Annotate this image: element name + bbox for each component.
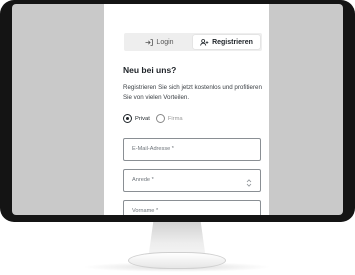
- tab-login[interactable]: Login: [126, 35, 193, 49]
- customer-type-radio-group: Privat Firma: [123, 114, 186, 123]
- registration-page: Login Registrieren Neu bei uns? Registri…: [104, 4, 269, 215]
- radio-firma-label: Firma: [167, 115, 183, 122]
- salutation-placeholder: Anrede *: [132, 177, 154, 183]
- radio-privat[interactable]: [123, 114, 132, 123]
- select-arrows-icon: [246, 175, 252, 193]
- monitor-stand-base: [128, 252, 226, 269]
- firstname-field[interactable]: Vorname *: [123, 200, 261, 215]
- tab-login-label: Login: [156, 38, 174, 46]
- login-icon: [145, 38, 154, 46]
- auth-tabs: Login Registrieren: [124, 33, 262, 51]
- tab-register[interactable]: Registrieren: [193, 35, 260, 49]
- salutation-select[interactable]: Anrede *: [123, 169, 261, 192]
- monitor-screen: Login Registrieren Neu bei uns? Registri…: [12, 4, 343, 215]
- tab-register-label: Registrieren: [212, 38, 253, 46]
- radio-privat-label: Privat: [135, 115, 150, 122]
- email-field[interactable]: E-Mail-Adresse *: [123, 138, 261, 161]
- intro-text: Registrieren Sie sich jetzt kostenlos un…: [123, 84, 262, 101]
- radio-firma[interactable]: [155, 114, 165, 123]
- add-user-icon: [200, 38, 209, 46]
- monitor-mockup: Login Registrieren Neu bei uns? Registri…: [0, 0, 355, 275]
- page-title: Neu bei uns?: [123, 65, 177, 75]
- email-placeholder: E-Mail-Adresse *: [132, 146, 174, 152]
- firstname-placeholder: Vorname *: [132, 208, 159, 214]
